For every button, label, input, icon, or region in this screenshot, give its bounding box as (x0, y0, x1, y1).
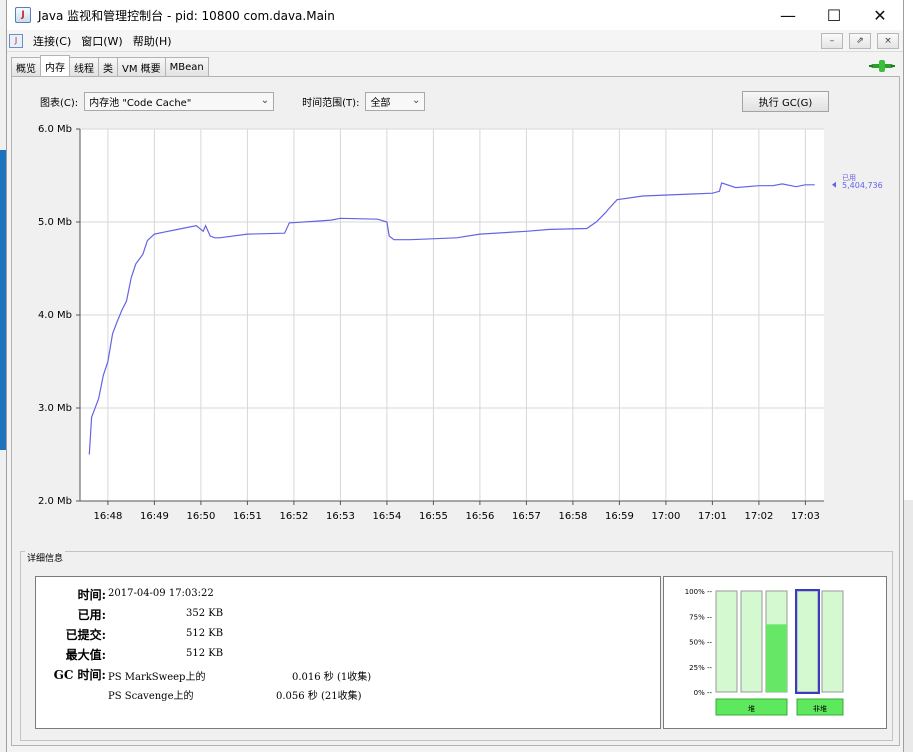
menu-help[interactable]: 帮助(H) (133, 33, 172, 49)
memory-pool-bar-chart: 100% -- 75% -- 50% -- 25% -- 0% -- 堆 非堆 (663, 576, 887, 729)
pool-y-tick-label: 25% -- (689, 664, 712, 672)
x-tick-label: 16:56 (465, 511, 494, 522)
tab-classes[interactable]: 类 (98, 57, 118, 76)
x-tick-label: 16:59 (605, 511, 634, 522)
chart-select[interactable]: 内存池 "Code Cache" ⌄ (84, 91, 275, 111)
time-value: 2017-04-09 17:03:22 (108, 588, 214, 599)
x-tick-label: 16:48 (93, 511, 122, 522)
pool-y-tick-label: 100% -- (685, 588, 713, 596)
menu-connection[interactable]: 连接(C) (33, 33, 71, 49)
perform-gc-button[interactable]: 执行 GC(G) (742, 91, 829, 112)
chart-select-value: 内存池 "Code Cache" (89, 97, 192, 109)
time-label: 时间: (77, 588, 106, 602)
chart-label: 图表(C): (40, 97, 79, 109)
committed-value: 512 KB (186, 628, 224, 639)
x-tick-label: 16:55 (419, 511, 448, 522)
x-tick-label: 16:57 (512, 511, 541, 522)
tab-threads[interactable]: 线程 (69, 57, 99, 76)
x-tick-label: 16:54 (372, 511, 401, 522)
x-tick-label: 16:49 (140, 511, 169, 522)
tab-memory[interactable]: 内存 (40, 55, 70, 76)
pool-y-tick-label: 75% -- (689, 613, 712, 621)
java-app-icon: J (15, 7, 31, 23)
max-value: 512 KB (186, 648, 224, 659)
memory-pool-bar (796, 590, 819, 693)
gc-collector-name: PS Scavenge上的 (108, 691, 194, 702)
chevron-down-icon: ⌄ (260, 94, 270, 106)
connection-plug-icon[interactable] (869, 59, 895, 73)
details-title: 详细信息 (25, 551, 66, 564)
internal-frame-icon[interactable]: J (9, 33, 23, 48)
chevron-down-icon: ⌄ (412, 94, 421, 106)
x-tick-label: 16:58 (558, 511, 587, 522)
maximize-button[interactable]: ☐ (811, 0, 857, 30)
x-tick-label: 16:50 (186, 511, 215, 522)
pool-group-label: 非堆 (813, 704, 827, 713)
x-tick-label: 17:00 (651, 511, 680, 522)
memory-tab-panel: 图表(C): 内存池 "Code Cache" ⌄ 时间范围(T): 全部 ⌄ … (11, 76, 900, 746)
y-tick-label: 3.0 Mb (38, 403, 72, 414)
pool-y-tick-label: 50% -- (689, 639, 712, 647)
gc-collector-value: 0.016 秒 (1收集) (292, 672, 372, 683)
pool-y-tick-label: 0% -- (694, 689, 713, 697)
x-tick-label: 16:52 (279, 511, 308, 522)
frame-restore-button[interactable]: ⇗ (849, 33, 871, 49)
x-tick-label: 16:53 (326, 511, 355, 522)
time-range-select[interactable]: 全部 ⌄ (365, 91, 426, 111)
window-title: Java 监视和管理控制台 - pid: 10800 com.dava.Main (38, 8, 335, 23)
used-label: 已用: (77, 608, 106, 622)
menu-bar: J 连接(C) 窗口(W) 帮助(H) – ⇗ × (7, 30, 903, 52)
x-tick-label: 17:01 (698, 511, 727, 522)
chart-controls: 图表(C): 内存池 "Code Cache" ⌄ 时间范围(T): 全部 ⌄ (40, 91, 426, 111)
x-tick-label: 16:51 (233, 511, 262, 522)
gc-collector-value: 0.056 秒 (21收集) (276, 691, 362, 702)
x-tick-label: 17:03 (791, 511, 820, 522)
tab-strip: 概览 内存 线程 类 VM 概要 MBean (11, 55, 209, 76)
y-tick-label: 4.0 Mb (38, 310, 72, 321)
frame-minimize-button[interactable]: – (821, 33, 843, 49)
x-tick-label: 17:02 (744, 511, 773, 522)
tab-vm-summary[interactable]: VM 概要 (117, 57, 166, 76)
gc-time-label: GC 时间: (53, 668, 106, 682)
jconsole-window: J Java 监视和管理控制台 - pid: 10800 com.dava.Ma… (6, 0, 904, 752)
memory-pool-bar (715, 590, 738, 693)
time-range-value: 全部 (370, 97, 391, 109)
pool-group-label: 堆 (748, 704, 755, 713)
close-button[interactable]: ✕ (857, 0, 903, 30)
max-label: 最大值: (65, 648, 106, 662)
tab-mbean[interactable]: MBean (164, 57, 209, 76)
committed-label: 已提交: (65, 628, 106, 642)
y-tick-label: 2.0 Mb (38, 496, 72, 507)
memory-pool-bar (740, 590, 763, 693)
details-panel: 详细信息 时间: 2017-04-09 17:03:22 已用: 352 KB … (20, 551, 893, 741)
details-info-box: 时间: 2017-04-09 17:03:22 已用: 352 KB 已提交: … (35, 576, 661, 729)
used-value: 352 KB (186, 608, 224, 619)
frame-close-button[interactable]: × (877, 33, 899, 49)
series-value-label: 5,404,736 (842, 181, 883, 190)
current-value-marker (832, 181, 836, 188)
memory-pool-bar (821, 590, 844, 693)
y-tick-label: 5.0 Mb (38, 217, 72, 228)
memory-pool-bar-fill (766, 624, 787, 692)
title-bar[interactable]: J Java 监视和管理控制台 - pid: 10800 com.dava.Ma… (7, 0, 903, 30)
y-tick-label: 6.0 Mb (38, 124, 72, 135)
minimize-button[interactable]: — (765, 0, 811, 30)
time-range-label: 时间范围(T): (302, 97, 360, 109)
tab-overview[interactable]: 概览 (11, 57, 41, 76)
memory-usage-chart: 6.0 Mb 5.0 Mb 4.0 Mb 3.0 Mb 2.0 Mb 16:48 16:49… (38, 124, 883, 522)
gc-collector-name: PS MarkSweep上的 (108, 672, 206, 683)
menu-window[interactable]: 窗口(W) (81, 33, 122, 49)
